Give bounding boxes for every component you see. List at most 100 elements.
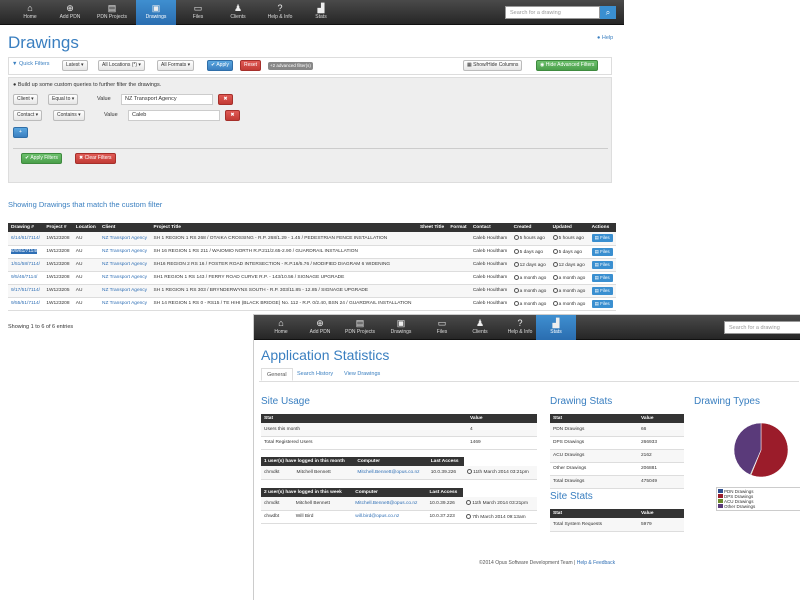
- nav-item-drawings[interactable]: ▣ Drawings: [381, 315, 421, 340]
- files-button[interactable]: ▤ Files: [591, 273, 613, 282]
- contact: Caleb Houltham: [469, 232, 511, 246]
- col-header[interactable]: Format: [447, 223, 470, 232]
- col-header[interactable]: Project Title: [150, 223, 417, 232]
- quick-filters-toggle[interactable]: ▼ Quick Filters: [12, 61, 50, 67]
- nav-item-files[interactable]: ▭ Files: [422, 315, 462, 340]
- col-header[interactable]: Sheet Title: [416, 223, 448, 232]
- search-input[interactable]: Search for a drawing: [724, 321, 800, 334]
- drawing-number[interactable]: 9/55/51/7114/: [8, 297, 44, 311]
- client: NZ Transport Agency: [99, 284, 151, 298]
- files-button[interactable]: ▤ Files: [591, 260, 613, 269]
- table-row: ACU Drawings 2162: [550, 449, 684, 463]
- col-header[interactable]: Location: [72, 223, 100, 232]
- apply-button[interactable]: ✔ Apply: [207, 60, 233, 71]
- filter-field-client[interactable]: Client ▾: [13, 94, 38, 105]
- col-header[interactable]: Contact: [469, 223, 511, 232]
- drawing-link[interactable]: 9/55/51/7114/: [11, 301, 40, 306]
- col-header[interactable]: Updated: [549, 223, 589, 232]
- filter-op-equal[interactable]: Equal to ▾: [48, 94, 79, 105]
- filter-value-input[interactable]: NZ Transport Agency: [121, 94, 213, 105]
- nav-item-help-info[interactable]: ? Help & Info: [500, 315, 540, 340]
- help-link[interactable]: ● Help: [597, 35, 613, 41]
- tab-search-history[interactable]: Search History: [292, 368, 338, 381]
- feedback-link[interactable]: Help & Feedback: [577, 560, 615, 566]
- client-link[interactable]: NZ Transport Agency: [102, 275, 147, 280]
- search-input[interactable]: Search for a drawing: [505, 6, 600, 19]
- nav-item-pdn-projects[interactable]: ▤ PDN Projects: [92, 0, 132, 25]
- clear-filters-button[interactable]: ✖ Clear Filters: [75, 153, 116, 164]
- drawing-number[interactable]: 9/17/51/7114/: [8, 284, 44, 298]
- drawing-number[interactable]: 1/51/58/7114/: [8, 258, 44, 272]
- remove-filter-button[interactable]: ✖: [218, 94, 233, 105]
- stat-value: 1469: [467, 436, 537, 450]
- table-row[interactable]: 6/9/61/7114/1W123208 AU NZ Transport Agenc…: [8, 245, 616, 259]
- filter-value-input[interactable]: Caleb: [128, 110, 220, 121]
- table-row[interactable]: 6/14/61/7114/1W123208 AU NZ Transport Agen…: [8, 232, 616, 246]
- remove-filter-button[interactable]: ✖: [225, 110, 240, 121]
- table-row[interactable]: 9/17/51/7114/1W123205 AU NZ Transport Agen…: [8, 284, 616, 298]
- files-button[interactable]: ▤ Files: [591, 234, 613, 243]
- latest-dropdown[interactable]: Latest ▾: [62, 60, 88, 71]
- col-header[interactable]: Client: [99, 223, 151, 232]
- drawing-link[interactable]: 1/51/58/7114/: [11, 262, 40, 267]
- files-button[interactable]: ▤ Files: [591, 247, 613, 256]
- drawing-number[interactable]: 6/9/61/7114/: [8, 245, 44, 259]
- username: chwdbt: [261, 510, 293, 524]
- tab-general[interactable]: General: [261, 368, 293, 381]
- email-link[interactable]: Mitchell.Bennett@opus.co.nz: [357, 470, 419, 475]
- filter-field-contact[interactable]: Contact ▾: [13, 110, 43, 121]
- hide-advanced-filters-button[interactable]: ◉ Hide Advanced Filters: [536, 60, 599, 71]
- nav-item-files[interactable]: ▭ Files: [178, 0, 218, 25]
- nav-item-add-pdn[interactable]: ⊕ Add PDN: [50, 0, 90, 25]
- nav-label: Clients: [472, 329, 488, 335]
- table-row[interactable]: 1/51/58/7114/1W123208 AU NZ Transport Agen…: [8, 258, 616, 272]
- filter-op-contains[interactable]: Contains ▾: [53, 110, 85, 121]
- client-link[interactable]: NZ Transport Agency: [102, 301, 147, 306]
- nav-item-stats[interactable]: ▟ Stats: [536, 315, 576, 340]
- nav-item-add-pdn[interactable]: ⊕ Add PDN: [300, 315, 340, 340]
- nav-item-drawings[interactable]: ▣ Drawings: [136, 0, 176, 25]
- contact: Caleb Houltham: [469, 284, 511, 298]
- nav-item-stats[interactable]: ▟ Stats: [301, 0, 341, 25]
- drawing-number[interactable]: 6/14/61/7114/: [8, 232, 44, 246]
- show-hide-columns-button[interactable]: ▦ Show/Hide Columns: [463, 60, 523, 71]
- entries-info: Showing 1 to 6 of 6 entries: [8, 324, 74, 330]
- nav-item-home[interactable]: ⌂ Home: [10, 0, 50, 25]
- client-link[interactable]: NZ Transport Agency: [102, 262, 147, 267]
- client-link[interactable]: NZ Transport Agency: [102, 288, 147, 293]
- locations-dropdown[interactable]: All Locations (*) ▾: [98, 60, 145, 71]
- nav-item-clients[interactable]: ♟ Clients: [218, 0, 258, 25]
- help-label: Help: [601, 35, 614, 41]
- client-link[interactable]: NZ Transport Agency: [102, 249, 147, 254]
- tab-view-drawings[interactable]: View Drawings: [339, 368, 385, 381]
- nav-item-pdn-projects[interactable]: ▤ PDN Projects: [340, 315, 380, 340]
- table-row[interactable]: 9/55/51/7114/1W123208 AU NZ Transport Agen…: [8, 297, 616, 311]
- nav-item-clients[interactable]: ♟ Clients: [460, 315, 500, 340]
- files-button[interactable]: ▤ Files: [591, 299, 613, 308]
- col-header[interactable]: Project #: [43, 223, 73, 232]
- created-text: 5 hours ago: [519, 236, 545, 242]
- drawing-link[interactable]: 6/14/61/7114/: [11, 236, 40, 241]
- files-button[interactable]: ▤ Files: [591, 286, 613, 295]
- apply-filters-button[interactable]: ✔ Apply Filters: [21, 153, 62, 164]
- divider: [13, 148, 608, 149]
- add-filter-button[interactable]: +: [13, 127, 28, 138]
- col-header[interactable]: Created: [510, 223, 550, 232]
- client-link[interactable]: NZ Transport Agency: [102, 236, 147, 241]
- clear-filters-label: Clear Filters: [84, 155, 112, 161]
- drawing-link[interactable]: 6/9/61/7114/: [11, 249, 38, 254]
- formats-dropdown[interactable]: All Formats ▾: [157, 60, 195, 71]
- email-link[interactable]: Mitchell.Bennett@opus.co.nz: [355, 501, 417, 506]
- nav-item-help-info[interactable]: ? Help & Info: [260, 0, 300, 25]
- email-link[interactable]: will.bird@opus.co.nz: [355, 514, 399, 519]
- table-row[interactable]: 9/5/46/7114/1W123208 AU NZ Transport Agenc…: [8, 271, 616, 285]
- col-header[interactable]: Drawing #: [8, 223, 44, 232]
- drawing-link[interactable]: 9/17/51/7114/: [11, 288, 40, 293]
- reset-button[interactable]: Reset: [240, 60, 262, 71]
- nav-item-home[interactable]: ⌂ Home: [261, 315, 301, 340]
- drawing-number[interactable]: 9/5/46/7114/: [8, 271, 44, 285]
- search-button[interactable]: ⌕: [600, 6, 616, 19]
- drawing-link[interactable]: 9/5/46/7114/: [11, 275, 37, 280]
- col-header[interactable]: Actions: [588, 223, 616, 232]
- pie-legend: PDN DrawingsDPS DrawingsACU DrawingsOthe…: [716, 487, 800, 511]
